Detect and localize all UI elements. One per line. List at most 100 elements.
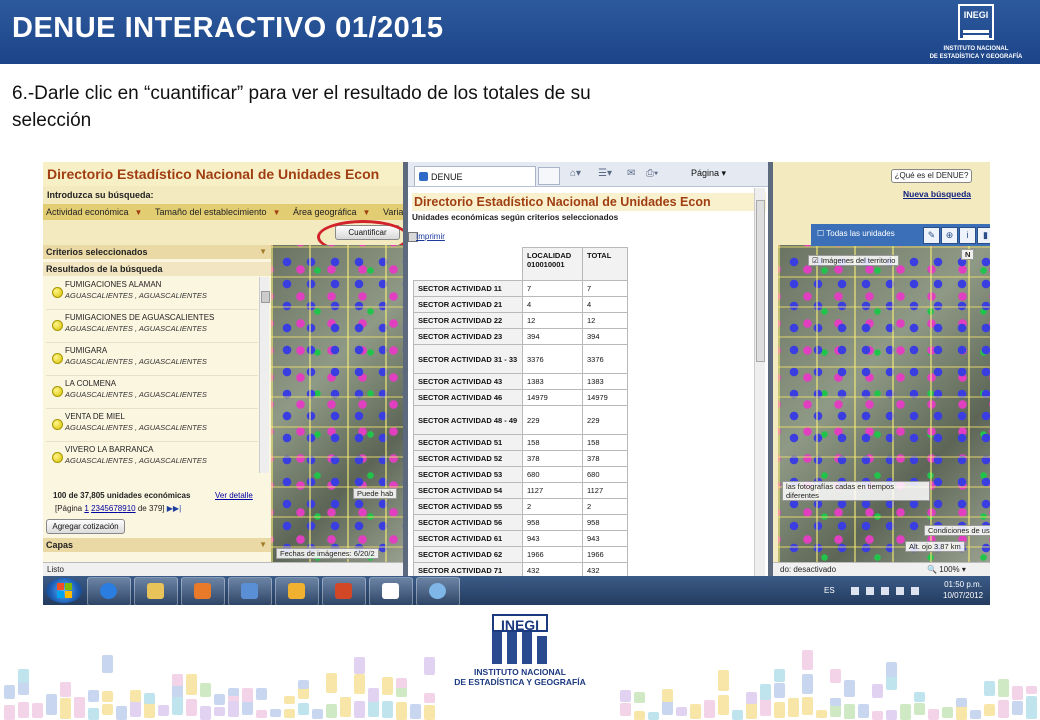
scrollbar-thumb[interactable] (261, 291, 270, 303)
volume-icon[interactable] (911, 587, 919, 595)
chevron-down-icon[interactable]: ▼ (270, 205, 284, 220)
slide-header: DENUE INTERACTIVO 01/2015 INEGI INSTITUT… (0, 0, 1040, 64)
language-indicator[interactable]: ES (824, 586, 835, 595)
localidad-cell: 680 (522, 466, 583, 483)
taskbar-explorer[interactable] (134, 577, 178, 605)
taskbar-paint[interactable] (416, 577, 460, 605)
localidad-cell: 3376 (522, 344, 583, 374)
decorative-tile (634, 692, 645, 703)
page-link[interactable]: 1 (84, 504, 88, 513)
sector-cell: SECTOR ACTIVIDAD 54 (413, 482, 523, 499)
decorative-tile (1026, 686, 1037, 694)
result-name[interactable]: LA COLMENA (65, 379, 116, 388)
filter-bar: Actividad económica ▼ Tamaño del establec… (43, 204, 408, 220)
list-item[interactable]: VIVERO LA BARRANCA AGUASCALIENTES , AGUAS… (46, 442, 258, 467)
mail-icon[interactable]: ✉ (627, 168, 635, 179)
new-tab-button[interactable] (538, 167, 560, 185)
localidad-cell: 12 (522, 312, 583, 329)
total-cell: 4 (582, 296, 628, 313)
decorative-tile (368, 688, 379, 702)
decorative-tile (18, 669, 29, 683)
filter-tamano[interactable]: Tamaño del establecimiento (152, 204, 270, 220)
print-icon[interactable]: ⎙▾ (646, 168, 658, 179)
decorative-tile (256, 688, 267, 700)
decorative-tile (186, 699, 197, 716)
info-icon[interactable]: i (959, 227, 976, 244)
list-item[interactable]: VENTA DE MIEL AGUASCALIENTES , AGUASCALIE… (46, 409, 258, 442)
que-es-denue-button[interactable]: ¿Qué es el DENUE? (891, 169, 972, 183)
home-icon[interactable]: ⌂▾ (570, 168, 581, 179)
decorative-tile (284, 709, 295, 718)
decorative-tile (690, 704, 701, 719)
target-icon[interactable]: ⊕ (941, 227, 958, 244)
monitor-icon[interactable] (896, 587, 904, 595)
decorative-tile (1026, 696, 1037, 705)
result-name[interactable]: FUMIGARA (65, 346, 107, 355)
capas-header[interactable]: Capas ▼ (43, 538, 271, 552)
paint-icon (429, 583, 446, 599)
result-name[interactable]: FUMIGACIONES ALAMAN (65, 280, 161, 289)
criterios-label: Criterios seleccionados (46, 247, 148, 257)
decorative-tile (872, 684, 883, 698)
map-view-right[interactable]: ☑ Imágenes del territorio N las fotograf… (778, 245, 990, 563)
agregar-cotizacion-button[interactable]: Agregar cotización (46, 519, 125, 534)
decorative-tile (214, 694, 225, 705)
list-item[interactable]: FUMIGACIONES DE AGUASCALIENTES AGUASCALIE… (46, 310, 258, 343)
map-conditions-link[interactable]: Condiciones de uso (924, 525, 990, 536)
chevron-down-icon[interactable]: ▼ (132, 205, 146, 220)
results-scrollbar[interactable] (259, 277, 270, 473)
taskbar-media[interactable] (181, 577, 225, 605)
result-name[interactable]: VENTA DE MIEL (65, 412, 125, 421)
taskbar-ie[interactable] (87, 577, 131, 605)
result-name[interactable]: VIVERO LA BARRANCA (65, 445, 153, 454)
list-item[interactable]: FUMIGARA AGUASCALIENTES , AGUASCALIENTES (46, 343, 258, 376)
browser-tab[interactable]: DENUE (414, 166, 536, 186)
localidad-cell: 229 (522, 405, 583, 435)
map-toolbar-label[interactable]: ☐ Todas las unidades (817, 229, 895, 238)
feeds-icon[interactable]: ☰▾ (598, 168, 612, 179)
last-page-icon[interactable]: ▶| (173, 504, 181, 513)
filter-actividad[interactable]: Actividad económica (43, 204, 132, 220)
result-name[interactable]: FUMIGACIONES DE AGUASCALIENTES (65, 313, 214, 322)
sector-cell: SECTOR ACTIVIDAD 31 - 33 (413, 344, 523, 374)
imprimir-link[interactable]: Imprimir (416, 232, 445, 241)
criterios-header[interactable]: Criterios seleccionados ▼ (43, 245, 271, 259)
ver-detalle-link[interactable]: Ver detalle (215, 491, 253, 500)
list-item[interactable]: FUMIGACIONES ALAMAN AGUASCALIENTES , AGUA… (46, 277, 258, 310)
decorative-tile (662, 700, 673, 715)
result-location: AGUASCALIENTES , AGUASCALIENTES (65, 357, 207, 366)
sector-cell: SECTOR ACTIVIDAD 56 (413, 514, 523, 531)
list-item[interactable]: LA COLMENA AGUASCALIENTES , AGUASCALIENTE… (46, 376, 258, 409)
map-view-left[interactable]: Fechas de imágenes: 6/20/2 Puede hab (271, 245, 406, 563)
filter-area[interactable]: Área geográfica (290, 204, 360, 220)
results-list: FUMIGACIONES ALAMAN AGUASCALIENTES , AGUA… (46, 277, 258, 467)
taskbar-document[interactable] (369, 577, 413, 605)
decorative-tile (382, 677, 393, 695)
taskbar-powerpoint[interactable] (322, 577, 366, 605)
total-cell: 2 (582, 498, 628, 515)
chevron-down-icon[interactable]: ▼ (259, 538, 267, 552)
map-images-toggle[interactable]: ☑ Imágenes del territorio (808, 255, 900, 266)
page-link[interactable]: 10 (127, 504, 136, 513)
inegi-logo: INEGI INSTITUTO NACIONAL DE ESTADÍSTICA … (928, 4, 1024, 60)
zoom-value: 100% (939, 565, 960, 574)
zoom-level[interactable]: 🔍 100% ▾ (927, 563, 966, 577)
scrollbar-thumb[interactable] (756, 200, 765, 362)
ruler-icon[interactable]: ▮ (977, 227, 990, 244)
header-blank (413, 247, 523, 281)
capas-label: Capas (46, 540, 74, 550)
network-icon[interactable] (881, 587, 889, 595)
tray-arrow-icon[interactable] (851, 587, 859, 595)
popup-scrollbar[interactable] (754, 188, 765, 576)
pagina-menu[interactable]: Página ▾ (691, 168, 726, 179)
totals-table: LOCALIDAD 010010001 TOTAL SECTOR ACTIVID… (413, 247, 628, 579)
nueva-busqueda-link[interactable]: Nueva búsqueda (903, 189, 971, 199)
draw-icon[interactable]: ✎ (923, 227, 940, 244)
chevron-down-icon[interactable]: ▼ (259, 245, 267, 259)
start-button[interactable] (46, 578, 82, 603)
system-clock[interactable]: 01:50 p.m. 10/07/2012 (943, 579, 983, 601)
taskbar-app4[interactable] (228, 577, 272, 605)
chevron-down-icon[interactable]: ▼ (360, 205, 374, 220)
flag-icon[interactable] (866, 587, 874, 595)
taskbar-app5[interactable] (275, 577, 319, 605)
